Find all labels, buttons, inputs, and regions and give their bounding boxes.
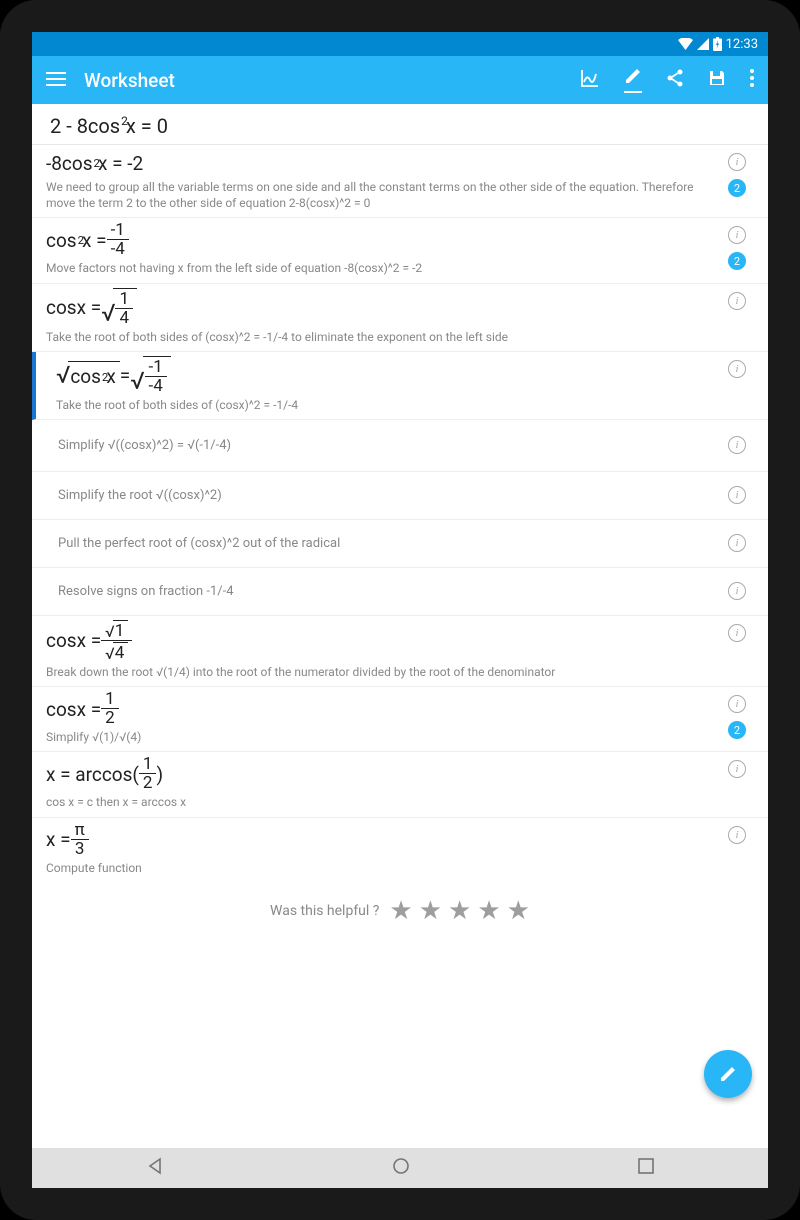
rating-row: Was this helpful ? ★ ★ ★ ★ ★ [32,882,768,948]
step-3-expl: Take the root of both sides of (cosx)^2 … [46,327,754,349]
step-11: x = arccos( 12 ) cos x = c then x = arcc… [32,752,768,817]
step-4-expl: Take the root of both sides of (cosx)^2 … [56,395,754,417]
star-2[interactable]: ★ [419,896,442,926]
step-9-expl: Break down the root √(1/4) into the root… [46,662,754,684]
step-count-badge[interactable]: 2 [728,179,746,197]
step-7: Pull the perfect root of (cosx)^2 out of… [32,520,768,568]
fab-edit-button[interactable] [704,1050,752,1098]
edit-icon[interactable] [624,67,642,93]
nav-recent-icon[interactable] [638,1158,654,1178]
step-11-eq: x = arccos( 12 ) [46,756,754,792]
step-1-expl: We need to group all the variable terms … [46,177,754,215]
share-icon[interactable] [666,68,684,92]
info-icon[interactable]: i [728,826,746,844]
menu-icon[interactable] [46,71,66,90]
star-4[interactable]: ★ [477,896,500,926]
step-5-expl: Simplify √((cosx)^2) = √(-1/-4) [58,438,231,453]
info-icon[interactable]: i [728,624,746,642]
step-6: Simplify the root √((cosx)^2) i [32,472,768,520]
battery-icon [713,37,722,51]
fraction: -1-4 [107,222,129,258]
info-icon[interactable]: i [728,436,746,454]
step-8-expl: Resolve signs on fraction -1/-4 [58,584,234,599]
sqrt-lhs: √cos2x [56,361,120,389]
info-icon[interactable]: i [728,582,746,600]
fraction: 12 [139,756,157,792]
info-icon[interactable]: i [728,153,746,171]
overflow-icon[interactable] [750,69,754,91]
step-11-expl: cos x = c then x = arccos x [46,792,754,814]
wifi-icon [678,38,693,50]
sqrt-rhs: √-1-4 [130,356,171,395]
rating-stars: ★ ★ ★ ★ ★ [389,896,530,926]
step-4-eq: √cos2x = √-1-4 [56,356,754,395]
step-12-eq: x = π3 [46,822,754,858]
step-2: cos2x = -1-4 Move factors not having x f… [32,218,768,283]
info-icon[interactable]: i [728,292,746,310]
content-area[interactable]: 2 - 8cos2x = 0 -8cos2x = -2 We need to g… [32,104,768,1148]
info-icon[interactable]: i [728,360,746,378]
step-4: √cos2x = √-1-4 Take the root of both sid… [32,352,768,420]
step-1: -8cos2x = -2 We need to group all the va… [32,145,768,218]
screen: 12:33 Worksheet 2 - 8cos2x = 0 -8cos2x =… [32,32,768,1188]
step-9-eq: cosx = √1 √4 [46,620,754,662]
nav-back-icon[interactable] [146,1157,164,1179]
step-2-eq: cos2x = -1-4 [46,222,754,258]
step-count-badge[interactable]: 2 [728,721,746,739]
star-3[interactable]: ★ [448,896,471,926]
signal-icon [697,38,709,50]
sqrt: √14 [101,288,137,327]
step-12-expl: Compute function [46,858,754,880]
star-1[interactable]: ★ [389,896,412,926]
step-10-expl: Simplify √(1)/√(4) [46,727,754,749]
step-10-eq: cosx = 12 [46,691,754,727]
info-icon[interactable]: i [728,695,746,713]
step-1-eq: -8cos2x = -2 [46,149,754,177]
problem-equation: 2 - 8cos2x = 0 [32,104,768,145]
step-3-eq: cosx = √14 [46,288,754,327]
fraction: π3 [71,822,89,858]
app-bar: Worksheet [32,56,768,104]
nav-bar [32,1148,768,1188]
status-time: 12:33 [726,37,758,52]
step-9: cosx = √1 √4 Break down the root √(1/4) … [32,616,768,687]
star-5[interactable]: ★ [507,896,530,926]
step-12: x = π3 Compute function i [32,818,768,882]
step-8: Resolve signs on fraction -1/-4 i [32,568,768,616]
step-10: cosx = 12 Simplify √(1)/√(4) i 2 [32,687,768,752]
rating-label: Was this helpful ? [270,903,379,919]
nav-home-icon[interactable] [392,1157,410,1179]
fraction: 12 [101,691,119,727]
step-3: cosx = √14 Take the root of both sides o… [32,284,768,352]
tablet-frame: 12:33 Worksheet 2 - 8cos2x = 0 -8cos2x =… [0,0,800,1220]
save-icon[interactable] [708,69,726,91]
toolbar-actions [580,67,754,93]
step-2-expl: Move factors not having x from the left … [46,258,754,280]
step-7-expl: Pull the perfect root of (cosx)^2 out of… [58,536,340,551]
info-icon[interactable]: i [728,534,746,552]
graph-icon[interactable] [580,68,600,92]
fraction: √1 √4 [101,620,132,662]
step-5: Simplify √((cosx)^2) = √(-1/-4) i [32,420,768,472]
step-6-expl: Simplify the root √((cosx)^2) [58,488,222,503]
status-bar: 12:33 [32,32,768,56]
page-title: Worksheet [84,69,580,92]
info-icon[interactable]: i [728,486,746,504]
